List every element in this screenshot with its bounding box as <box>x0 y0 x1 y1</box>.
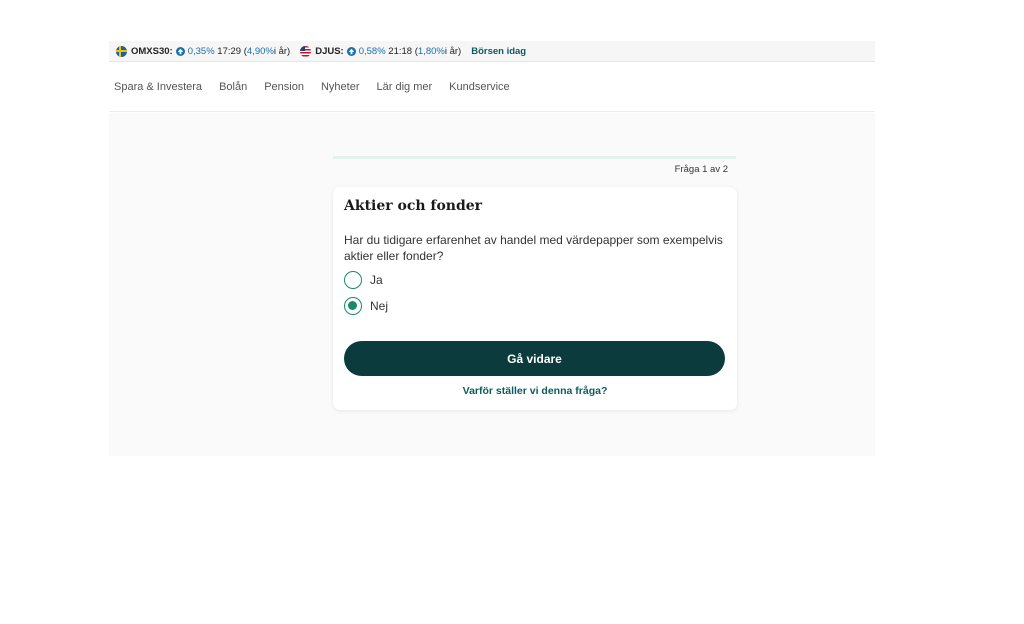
arrow-up-icon <box>346 46 356 56</box>
quiz-title: Aktier och fonder <box>344 198 483 214</box>
nav-item-kundservice[interactable]: Kundservice <box>449 81 510 93</box>
ticker-omxs30[interactable]: OMXS30: 0,35% 17:29 (4,90% i år) <box>116 45 291 57</box>
option-nej-label: Nej <box>370 299 389 313</box>
quiz-card: Aktier och fonder Har du tidigare erfare… <box>333 187 737 410</box>
arrow-up-icon <box>175 46 185 56</box>
nav-item-nyheter[interactable]: Nyheter <box>321 81 360 93</box>
ticker-djus-year-suffix: i år) <box>444 45 462 57</box>
ticker-omxs30-year-suffix: i år) <box>273 45 291 57</box>
why-question-link[interactable]: Varför ställer vi denna fråga? <box>333 385 737 397</box>
nav-item-bolan[interactable]: Bolån <box>219 81 247 93</box>
option-nej[interactable]: Nej <box>344 297 388 315</box>
usa-flag-icon <box>300 45 312 57</box>
quiz-question: Har du tidigare erfarenhet av handel med… <box>344 233 723 263</box>
market-ticker-bar: OMXS30: 0,35% 17:29 (4,90% i år) DJUS: 0… <box>109 41 875 62</box>
ticker-omxs30-year-change: 4,90% <box>246 45 274 57</box>
option-ja-label: Ja <box>370 273 383 287</box>
ticker-omxs30-time: 17:29 <box>217 45 242 57</box>
sweden-flag-icon <box>116 45 127 57</box>
ticker-djus-change: 0,58% <box>358 45 386 57</box>
option-ja[interactable]: Ja <box>344 271 383 289</box>
main-nav: Spara & Investera Bolån Pension Nyheter … <box>109 62 875 112</box>
radio-ja[interactable] <box>344 271 362 289</box>
borsen-idag-link[interactable]: Börsen idag <box>471 46 526 57</box>
ticker-djus[interactable]: DJUS: 0,58% 21:18 (1,80% i år) <box>300 45 462 57</box>
quiz-step-indicator: Fråga 1 av 2 <box>674 164 728 175</box>
nav-item-spara-investera[interactable]: Spara & Investera <box>114 81 202 93</box>
ticker-omxs30-change: 0,35% <box>187 45 215 57</box>
nav-item-lar-dig-mer[interactable]: Lär dig mer <box>377 81 433 93</box>
continue-button[interactable]: Gå vidare <box>344 341 725 376</box>
nav-item-pension[interactable]: Pension <box>264 81 304 93</box>
quiz-progress-bar <box>333 156 736 159</box>
ticker-djus-time: 21:18 <box>388 45 413 57</box>
ticker-omxs30-name: OMXS30: <box>131 45 173 57</box>
ticker-djus-name: DJUS: <box>315 45 344 57</box>
quiz-progress-fill <box>333 156 736 159</box>
ticker-djus-year-change: 1,80% <box>417 45 445 57</box>
radio-nej[interactable] <box>344 297 362 315</box>
